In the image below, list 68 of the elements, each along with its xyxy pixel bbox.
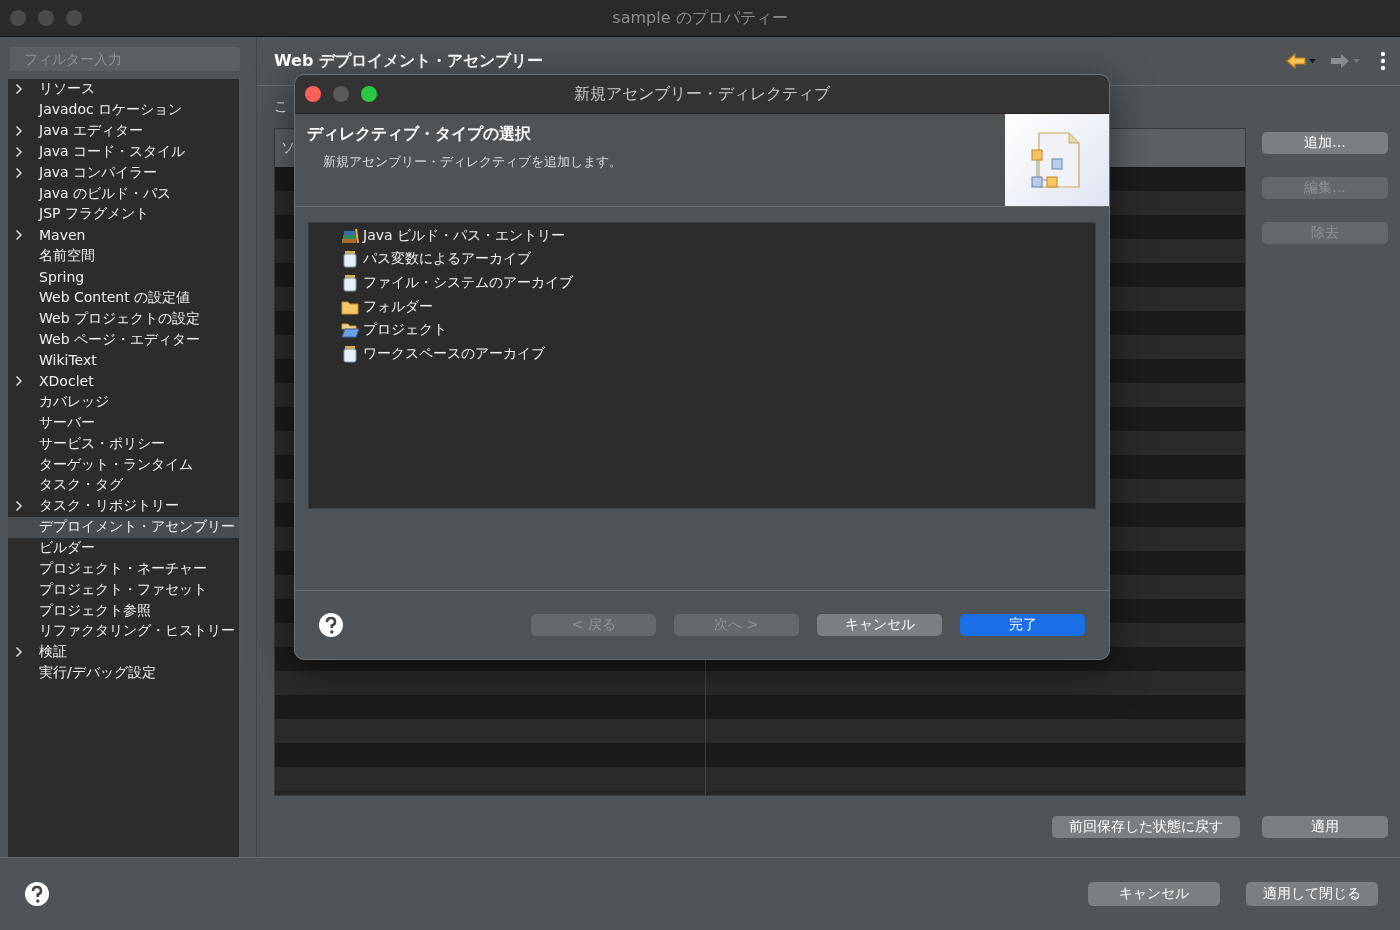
dialog-button[interactable]: キャンセル <box>817 614 942 636</box>
tree-item[interactable]: Java のビルド・パス <box>8 183 239 205</box>
tree-item[interactable]: リファクタリング・ヒストリー <box>8 620 239 642</box>
tree-item[interactable]: タスク・タグ <box>8 475 239 496</box>
tree-item[interactable]: Java コード・スタイル <box>8 141 239 163</box>
tree-item[interactable]: WikiText <box>8 349 239 371</box>
jar-icon <box>341 250 359 269</box>
chevron-icon[interactable] <box>15 125 23 138</box>
side-button[interactable]: 追加... <box>1262 132 1388 154</box>
tree-item[interactable]: Web Content の設定値 <box>8 287 239 309</box>
tree-item[interactable]: Java コンパイラー <box>8 162 239 184</box>
zoom-button[interactable] <box>361 86 377 102</box>
books-icon <box>341 226 359 245</box>
tree-item[interactable]: プロジェクト・ファセット <box>8 579 239 601</box>
list-item[interactable]: プロジェクト <box>309 318 1095 342</box>
chevron-icon[interactable] <box>15 145 23 158</box>
tree-item[interactable]: カバレッジ <box>8 391 239 413</box>
list-item[interactable]: ファイル・システムのアーカイブ <box>309 271 1095 295</box>
chevron-icon[interactable] <box>15 229 23 242</box>
tree-item[interactable]: Web ページ・エディター <box>8 329 239 350</box>
bottom-button[interactable]: 適用して閉じる <box>1246 882 1378 906</box>
chevron-icon[interactable] <box>15 500 23 513</box>
dialog-button[interactable]: 完了 <box>960 614 1085 636</box>
chevron-icon[interactable] <box>15 83 23 96</box>
tree-item[interactable]: JSP フラグメント <box>8 204 239 225</box>
tree-item[interactable]: プロジェクト参照 <box>8 600 239 621</box>
footer-button[interactable]: 適用 <box>1262 816 1388 838</box>
list-item[interactable]: パス変数によるアーカイブ <box>309 247 1095 272</box>
menu-icon[interactable] <box>1380 51 1386 71</box>
tree-item[interactable]: サーバー <box>8 412 239 434</box>
dialog-subtitle: 新規アセンブリー・ディレクティブを追加します。 <box>322 153 622 171</box>
tree-item[interactable]: サービス・ポリシー <box>8 433 239 455</box>
dialog-heading: ディレクティブ・タイプの選択 <box>307 124 532 145</box>
tree-item[interactable]: 検証 <box>8 641 239 663</box>
tree-item[interactable]: ビルダー <box>8 537 239 559</box>
open-folder-icon <box>341 321 359 340</box>
list-item[interactable]: フォルダー <box>309 294 1095 319</box>
chevron-icon[interactable] <box>15 375 23 388</box>
tree-item[interactable]: Javadoc ロケーション <box>8 99 239 121</box>
footer-button[interactable]: 前回保存した状態に戻す <box>1052 816 1240 838</box>
list-item[interactable]: Java ビルド・パス・エントリー <box>309 224 1095 248</box>
chevron-icon[interactable] <box>15 646 23 659</box>
bottom-button[interactable]: キャンセル <box>1088 882 1220 906</box>
chevron-icon[interactable] <box>15 166 23 179</box>
tree-item[interactable]: プロジェクト・ネーチャー <box>8 558 239 580</box>
list-item[interactable]: ワークスペースのアーカイブ <box>309 341 1095 366</box>
tree-item[interactable]: デプロイメント・アセンブリー <box>8 516 239 538</box>
tree-item[interactable]: ターゲット・ランタイム <box>8 454 239 476</box>
tree-item[interactable]: XDoclet <box>8 370 239 392</box>
tree-item[interactable]: リソース <box>8 79 239 100</box>
tree-item[interactable]: 実行/デバッグ設定 <box>8 662 239 684</box>
jar-icon <box>341 344 359 363</box>
tree-item[interactable]: Maven <box>8 224 239 246</box>
window-title: sample のプロパティー <box>612 7 788 29</box>
back-arrow-icon[interactable] <box>1284 52 1318 70</box>
help-icon[interactable] <box>318 612 344 638</box>
close-button[interactable] <box>305 86 321 102</box>
tree-item[interactable]: Web プロジェクトの設定 <box>8 308 239 330</box>
help-icon[interactable] <box>24 881 50 907</box>
tree-item[interactable]: タスク・リポジトリー <box>8 495 239 517</box>
tree-item[interactable]: Spring <box>8 266 239 288</box>
tree-item[interactable]: 名前空間 <box>8 245 239 267</box>
tree-item[interactable]: Java エディター <box>8 120 239 142</box>
description-text: こ <box>274 98 288 116</box>
jar-icon <box>341 274 359 292</box>
page-title: Web デプロイメント・アセンブリー <box>274 50 543 72</box>
dialog-title: 新規アセンブリー・ディレクティブ <box>574 83 830 105</box>
column-header[interactable]: ソ <box>275 139 295 157</box>
